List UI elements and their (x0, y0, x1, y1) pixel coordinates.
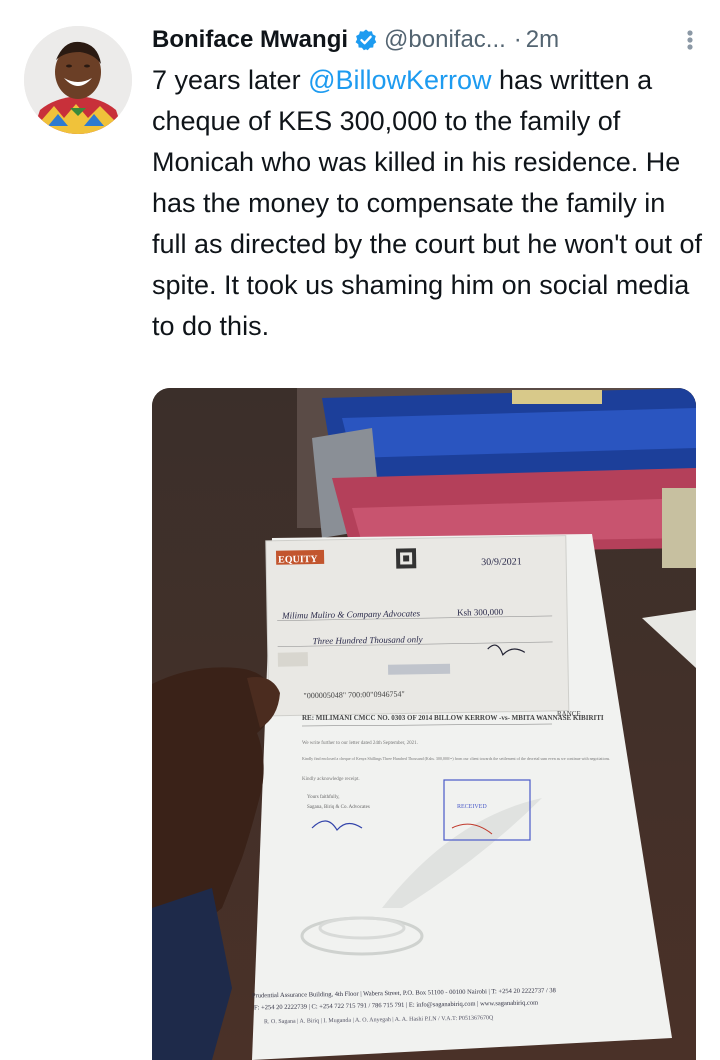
tweet-photo[interactable]: EQUITY 30/9/2021 Milimu Muliro & Company… (152, 388, 696, 1060)
letter-body-1: We write further to our letter dated 24t… (302, 741, 418, 746)
author-name[interactable]: Boniface Mwangi (152, 26, 348, 54)
letter-stamp: RECEIVED (457, 804, 487, 810)
tweet-time-separator: · (513, 26, 522, 53)
verified-badge-icon (354, 28, 378, 52)
cheque-amount: Ksh 300,000 (457, 607, 504, 618)
author-avatar[interactable] (24, 26, 132, 134)
letter-body-3: Kindly acknowledge receipt. (302, 777, 360, 782)
author-handle[interactable]: @bonifac... (384, 26, 506, 54)
cheque-words: Three Hundred Thousand only (312, 634, 422, 646)
cheque-date: 30/9/2021 (481, 556, 522, 568)
letter-sign-2: Sagana, Biriq & Co. Advocates (307, 805, 370, 810)
tweet-timestamp[interactable]: 2m (526, 26, 559, 54)
tweet-text-rest: has written a cheque of KES 300,000 to t… (152, 65, 702, 341)
tweet-header: Boniface Mwangi @bonifac... · 2m (152, 22, 702, 58)
mention-link[interactable]: @BillowKerrow (308, 65, 491, 95)
tweet-text-start: 7 years later (152, 65, 309, 95)
letter-sign-1: Yours faithfully, (307, 795, 340, 800)
avatar-image (24, 26, 132, 134)
cheque-letter-photo: EQUITY 30/9/2021 Milimu Muliro & Company… (152, 388, 696, 1060)
cheque-bank: EQUITY (278, 554, 318, 566)
more-vertical-icon[interactable] (678, 24, 702, 56)
letter-ref: RANCE (557, 710, 581, 718)
cheque-micr: "000005048" 700:00"0946754" (303, 689, 404, 700)
tweet-text: 7 years later @BillowKerrow has written … (152, 60, 704, 347)
